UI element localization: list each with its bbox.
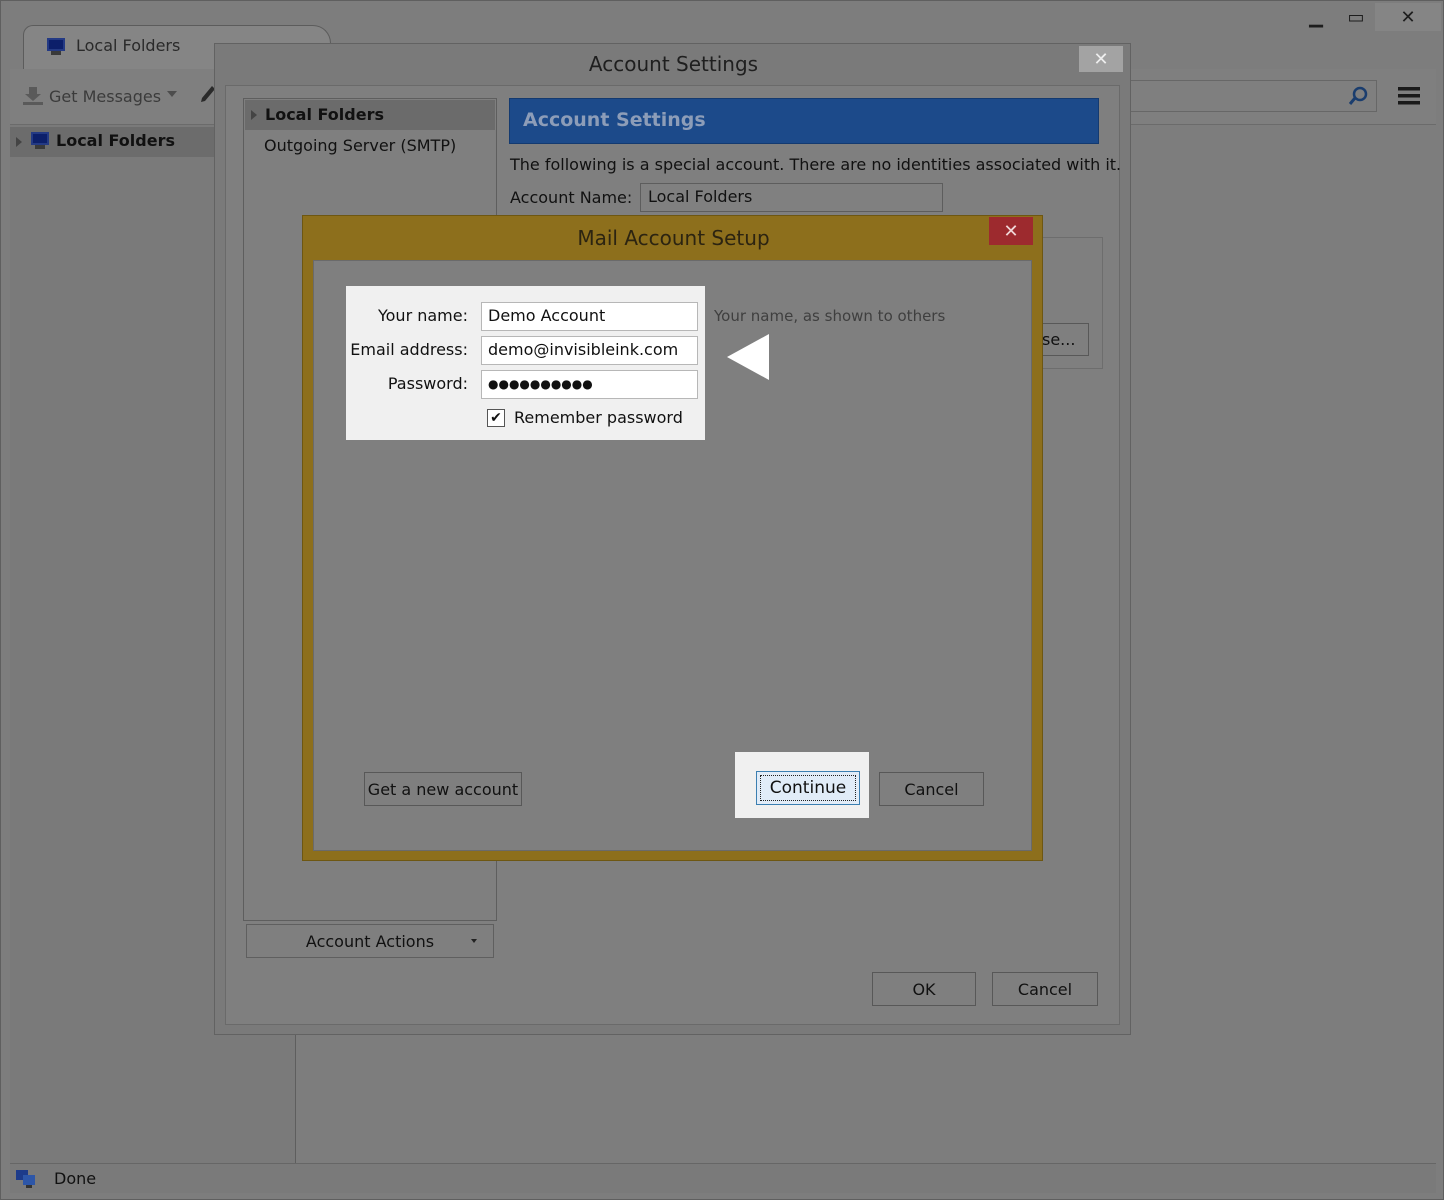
browse-button[interactable]: se... (1035, 323, 1089, 356)
get-messages-button[interactable]: Get Messages (49, 87, 161, 106)
search-icon[interactable] (1348, 86, 1368, 106)
email-label: Email address: (350, 340, 468, 359)
status-text: Done (54, 1169, 97, 1188)
expand-icon[interactable] (251, 110, 257, 120)
tree-item-label: Outgoing Server (SMTP) (264, 136, 457, 155)
tab-label: Local Folders (76, 36, 181, 55)
continue-highlight-panel: Continue (735, 752, 869, 818)
account-name-label: Account Name: (510, 188, 633, 207)
status-bar: Done (10, 1163, 1436, 1193)
ok-button-label: OK (912, 979, 936, 999)
dialog-title: Account Settings (588, 52, 759, 76)
password-field[interactable]: ●●●●●●●●●● (481, 370, 698, 399)
checkmark-icon: ✔ (490, 410, 502, 426)
close-icon: ✕ (1003, 220, 1019, 242)
remember-password-checkbox[interactable]: ✔ (487, 409, 505, 427)
your-name-label: Your name: (377, 306, 468, 325)
close-window-button[interactable]: ✕ (1375, 3, 1441, 31)
close-button[interactable]: ✕ (1079, 46, 1123, 72)
local-folders-icon (30, 132, 50, 150)
maximize-icon: ▭ (1347, 6, 1365, 28)
ok-button[interactable]: OK (872, 972, 976, 1006)
cancel-button-label: Cancel (904, 779, 959, 799)
banner-title: Account Settings (523, 109, 706, 131)
get-messages-dropdown-icon[interactable] (167, 91, 177, 97)
expand-icon[interactable] (16, 137, 22, 147)
minimize-icon: ▁ (1309, 6, 1323, 28)
menu-icon[interactable] (1396, 85, 1422, 107)
your-name-field[interactable]: Demo Account (481, 302, 698, 331)
get-new-account-label: Get a new account (367, 779, 519, 799)
browse-button-label: se... (1042, 330, 1076, 349)
maximize-button[interactable]: ▭ (1333, 3, 1379, 31)
close-icon: ✕ (1093, 48, 1109, 70)
online-status-icon[interactable] (15, 1169, 37, 1189)
email-field[interactable]: demo@invisibleink.com (481, 336, 698, 365)
account-description: The following is a special account. Ther… (510, 155, 1122, 174)
account-name-input[interactable]: Local Folders (640, 183, 943, 212)
close-icon: ✕ (1400, 6, 1416, 28)
download-icon (22, 85, 44, 105)
your-name-hint: Your name, as shown to others (714, 307, 946, 325)
dropdown-icon (471, 939, 477, 943)
tree-item-outgoing-server[interactable]: Outgoing Server (SMTP) (264, 136, 456, 155)
continue-button-label: Continue (769, 778, 847, 798)
dialog-title: Mail Account Setup (577, 226, 770, 250)
password-label: Password: (387, 374, 468, 393)
folder-label: Local Folders (56, 131, 175, 150)
tree-item-label: Local Folders (265, 105, 384, 124)
local-folders-icon (46, 38, 66, 56)
close-button[interactable]: ✕ (989, 217, 1033, 245)
get-new-account-button[interactable]: Get a new account (364, 772, 522, 806)
cancel-button[interactable]: Cancel (992, 972, 1098, 1006)
account-form-panel: Your name: Demo Account Email address: d… (346, 286, 705, 440)
continue-button[interactable]: Continue (756, 771, 860, 805)
remember-password-label: Remember password (514, 408, 683, 427)
tree-item-local-folders[interactable]: Local Folders (245, 100, 495, 130)
account-actions-button[interactable]: Account Actions (246, 924, 494, 958)
account-settings-banner: Account Settings (509, 98, 1099, 144)
cancel-button-label: Cancel (1017, 979, 1073, 999)
cancel-button[interactable]: Cancel (879, 772, 984, 806)
pointer-arrow-icon (727, 334, 769, 380)
search-input[interactable] (1121, 80, 1377, 112)
account-actions-label: Account Actions (305, 931, 435, 951)
